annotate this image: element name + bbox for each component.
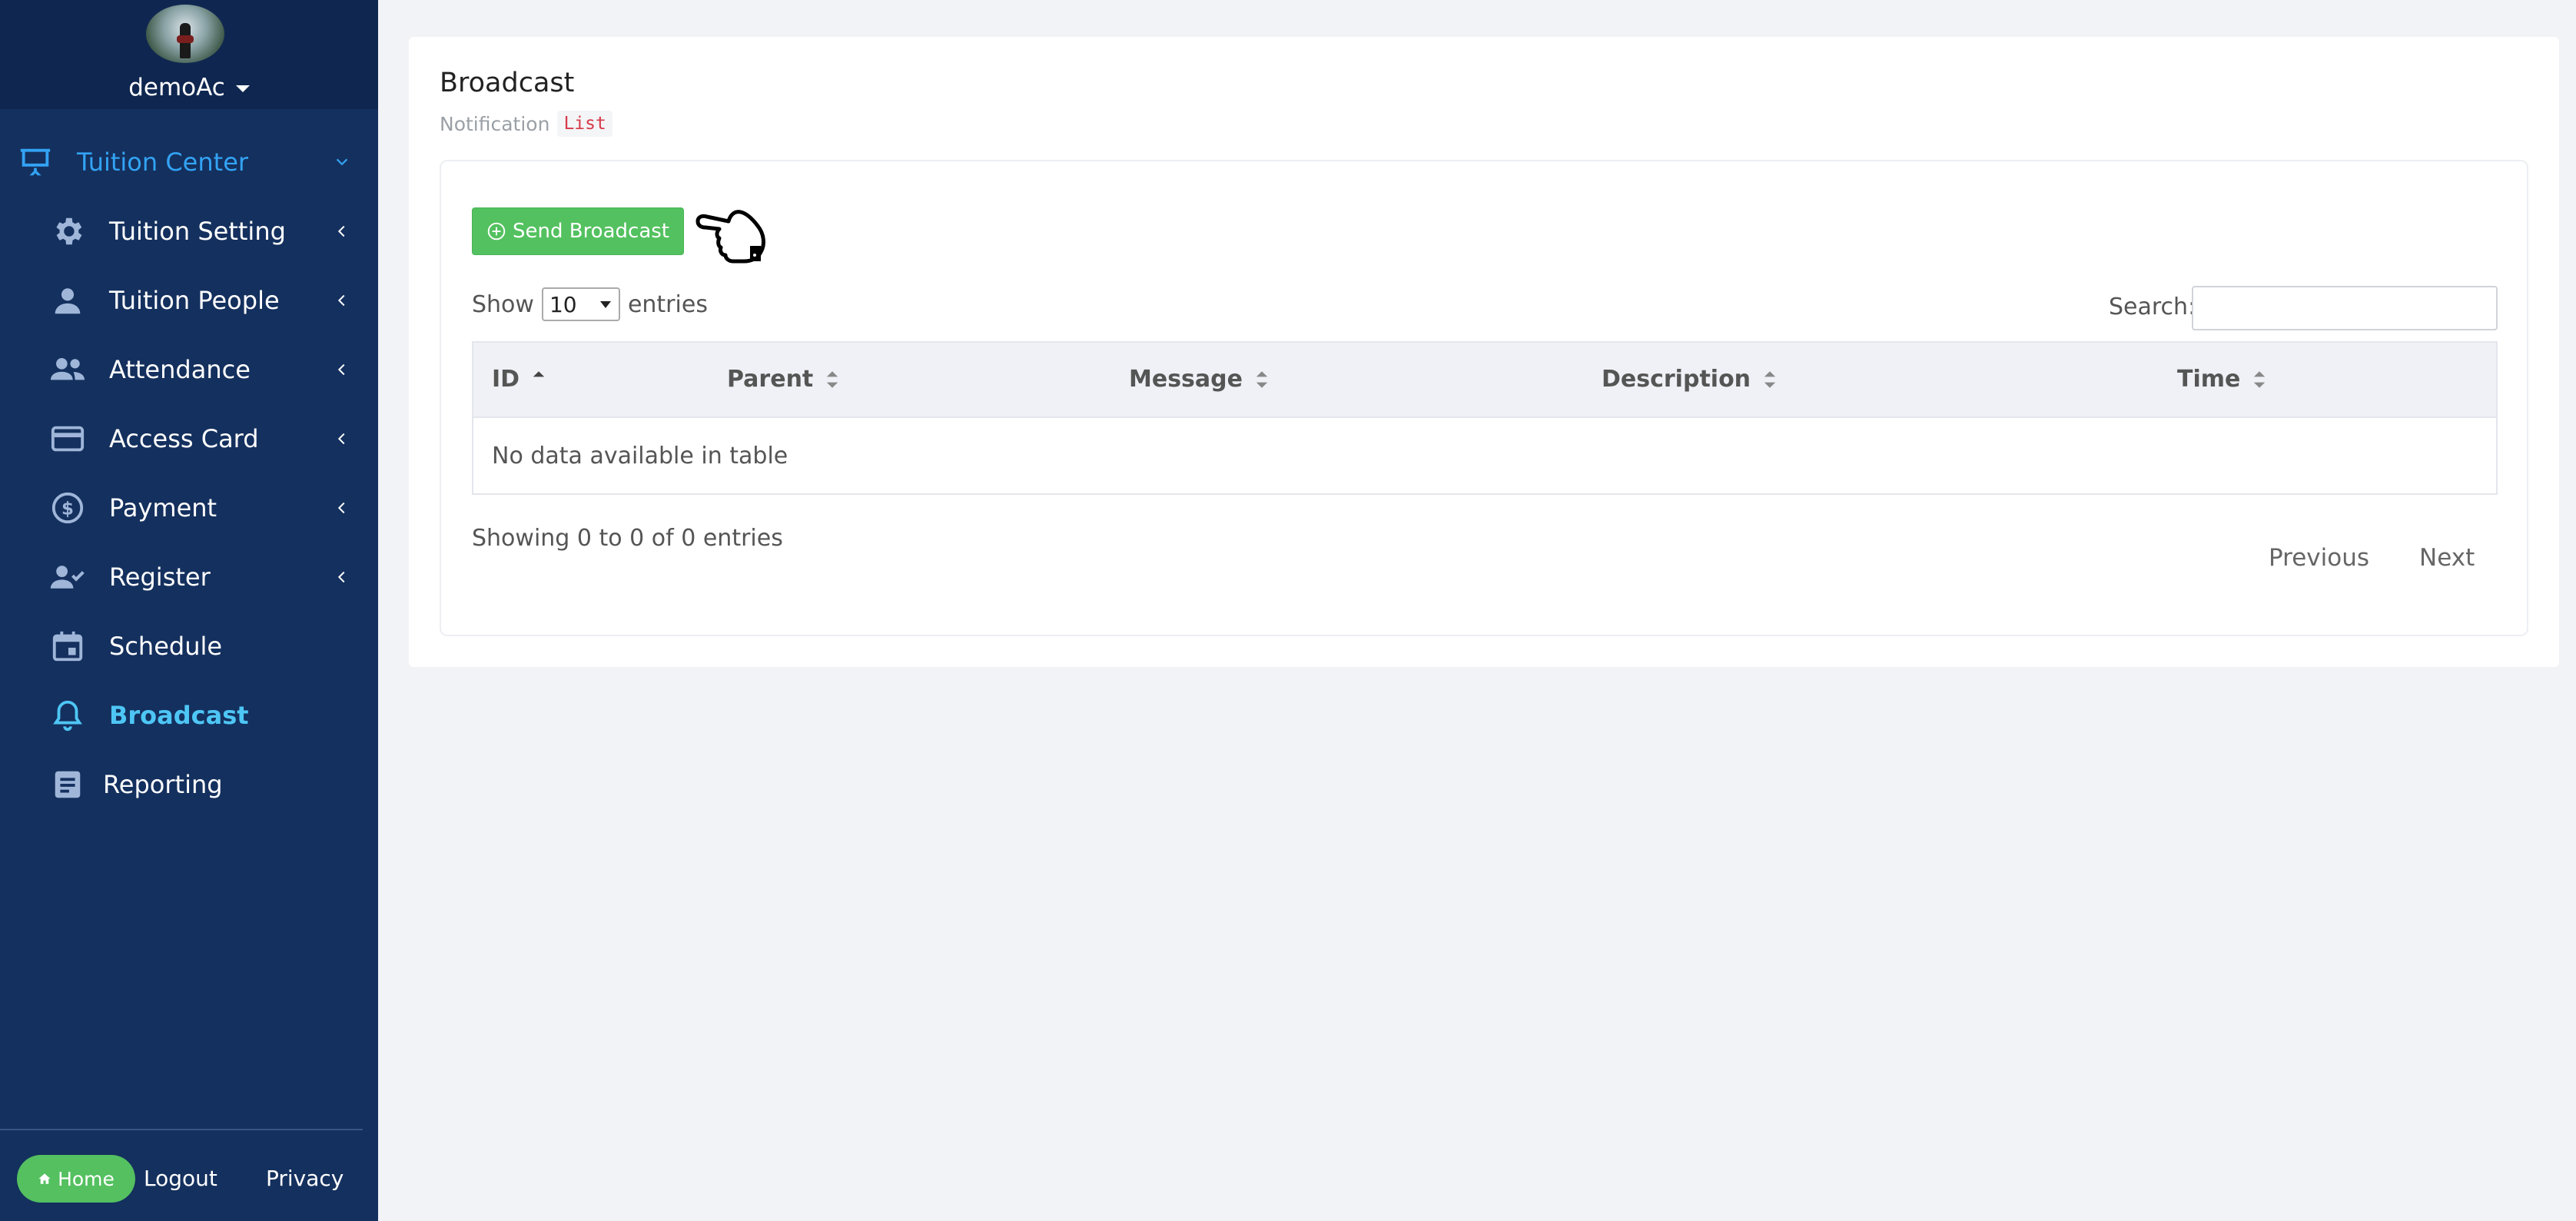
home-button-label: Home — [58, 1167, 115, 1190]
chevron-left-icon — [337, 433, 345, 445]
previous-page-button[interactable]: Previous — [2269, 544, 2369, 572]
logout-link[interactable]: Logout — [144, 1166, 217, 1191]
sidebar-item-payment[interactable]: $ Payment — [0, 473, 378, 542]
home-button[interactable]: Home — [17, 1155, 135, 1203]
sidebar: demoAc Tuition Center Tuition Setting Tu… — [0, 0, 378, 1221]
sort-icon — [2254, 370, 2266, 388]
column-header-id[interactable]: ID — [492, 366, 546, 393]
sidebar-header: demoAc — [0, 0, 378, 109]
home-icon — [38, 1173, 51, 1184]
sidebar-item-register[interactable]: Register — [0, 542, 378, 612]
column-header-parent[interactable]: Parent — [727, 366, 839, 393]
column-header-label: Time — [2177, 366, 2241, 393]
sidebar-item-attendance[interactable]: Attendance — [0, 335, 378, 404]
select-arrow-icon — [599, 301, 611, 308]
privacy-link[interactable]: Privacy — [266, 1166, 344, 1191]
send-broadcast-label: Send Broadcast — [512, 220, 669, 243]
subtitle-text: Notification — [440, 112, 550, 135]
sort-icon — [827, 370, 838, 388]
send-broadcast-button[interactable]: Send Broadcast — [472, 207, 684, 255]
column-header-time[interactable]: Time — [2177, 366, 2266, 393]
chevron-left-icon — [337, 502, 345, 514]
sidebar-item-tuition-setting[interactable]: Tuition Setting — [0, 197, 378, 266]
table-info: Showing 0 to 0 of 0 entries — [472, 525, 783, 552]
column-header-label: ID — [492, 366, 520, 393]
sidebar-item-label: Payment — [109, 493, 217, 523]
people-group-icon — [48, 350, 88, 390]
column-header-label: Description — [1602, 366, 1751, 393]
dollar-circle-icon: $ — [48, 488, 88, 528]
show-label: Show — [472, 290, 534, 318]
entries-length-control: Show 10 entries — [472, 287, 708, 321]
sidebar-item-label: Access Card — [109, 424, 259, 453]
column-header-description[interactable]: Description — [1602, 366, 1777, 393]
document-icon — [48, 765, 88, 805]
sidebar-item-tuition-people[interactable]: Tuition People — [0, 266, 378, 335]
plus-circle-icon — [487, 222, 506, 241]
column-header-label: Parent — [727, 366, 814, 393]
page-subtitle: Notification List — [440, 111, 612, 137]
entries-per-page-value: 10 — [549, 291, 577, 317]
person-icon — [48, 280, 88, 320]
sidebar-item-label: Tuition People — [109, 286, 280, 315]
gear-icon — [48, 211, 88, 251]
search-label: Search: — [2109, 294, 2196, 320]
chevron-left-icon — [337, 571, 345, 583]
svg-text:$: $ — [61, 499, 74, 519]
empty-table-message: No data available in table — [492, 443, 788, 469]
sidebar-item-schedule[interactable]: Schedule — [0, 612, 378, 681]
sidebar-divider — [0, 1129, 363, 1130]
sidebar-item-label: Tuition Center — [77, 148, 249, 177]
sidebar-item-label: Broadcast — [109, 701, 249, 730]
sort-asc-icon — [533, 370, 545, 377]
sidebar-item-tuition-center[interactable]: Tuition Center — [0, 128, 378, 197]
avatar[interactable] — [146, 5, 224, 63]
sidebar-item-label: Reporting — [103, 770, 223, 799]
sort-icon — [1764, 370, 1776, 388]
sidebar-item-access-card[interactable]: Access Card — [0, 404, 378, 473]
chevron-left-icon — [337, 294, 345, 307]
avatar-figure-detail — [177, 35, 194, 43]
person-check-icon — [48, 557, 88, 597]
calendar-icon — [48, 626, 88, 666]
user-menu[interactable]: demoAc — [0, 74, 378, 101]
sidebar-item-reporting[interactable]: Reporting — [0, 750, 378, 819]
sidebar-item-label: Register — [109, 562, 211, 592]
page-title: Broadcast — [440, 68, 575, 98]
next-page-button[interactable]: Next — [2419, 544, 2475, 572]
sidebar-item-broadcast[interactable]: Broadcast — [0, 681, 378, 750]
caret-down-icon — [235, 85, 250, 92]
list-badge: List — [557, 111, 612, 137]
chevron-left-icon — [337, 363, 345, 376]
sort-icon — [1256, 370, 1268, 388]
bell-icon — [48, 695, 88, 735]
column-header-label: Message — [1129, 366, 1243, 393]
sidebar-item-label: Schedule — [109, 632, 223, 661]
entries-label: entries — [627, 290, 708, 318]
credit-card-icon — [48, 419, 88, 459]
entries-per-page-select[interactable]: 10 — [541, 287, 620, 321]
username-label: demoAc — [128, 74, 225, 101]
sidebar-item-label: Tuition Setting — [109, 217, 286, 246]
chevron-left-icon — [337, 225, 345, 237]
search-input[interactable] — [2192, 286, 2498, 330]
pointing-hand-cursor-icon — [695, 210, 765, 264]
sidebar-item-label: Attendance — [109, 355, 251, 384]
column-header-message[interactable]: Message — [1129, 366, 1269, 393]
chevron-down-icon — [336, 158, 348, 166]
presentation-board-icon — [15, 142, 55, 182]
